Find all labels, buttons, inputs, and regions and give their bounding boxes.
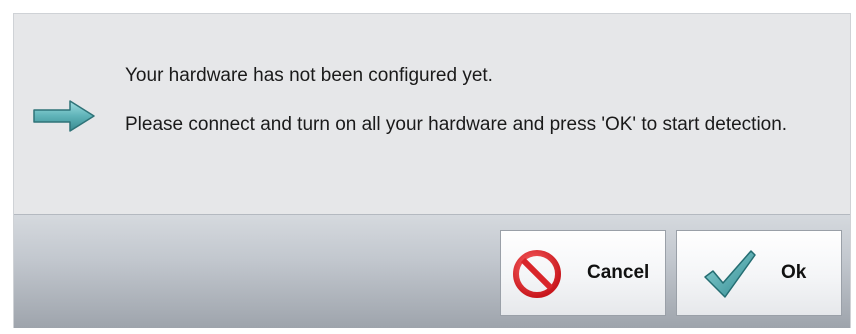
message-line-2: Please connect and turn on all your hard… bbox=[125, 114, 788, 135]
arrow-right-icon bbox=[33, 100, 95, 132]
message-text: Your hardware has not been configured ye… bbox=[125, 62, 805, 138]
cancel-label: Cancel bbox=[587, 262, 650, 283]
ok-label: Ok bbox=[781, 262, 807, 283]
message-area: Your hardware has not been configured ye… bbox=[14, 14, 850, 214]
hardware-config-dialog: Your hardware has not been configured ye… bbox=[13, 13, 851, 328]
message-line-1: Your hardware has not been configured ye… bbox=[125, 65, 493, 86]
ok-button[interactable]: Ok bbox=[676, 230, 842, 316]
cancel-button[interactable]: Cancel bbox=[500, 230, 666, 316]
cancel-icon bbox=[513, 250, 561, 298]
checkmark-icon bbox=[704, 250, 756, 298]
button-bar: Cancel Ok bbox=[14, 214, 850, 328]
